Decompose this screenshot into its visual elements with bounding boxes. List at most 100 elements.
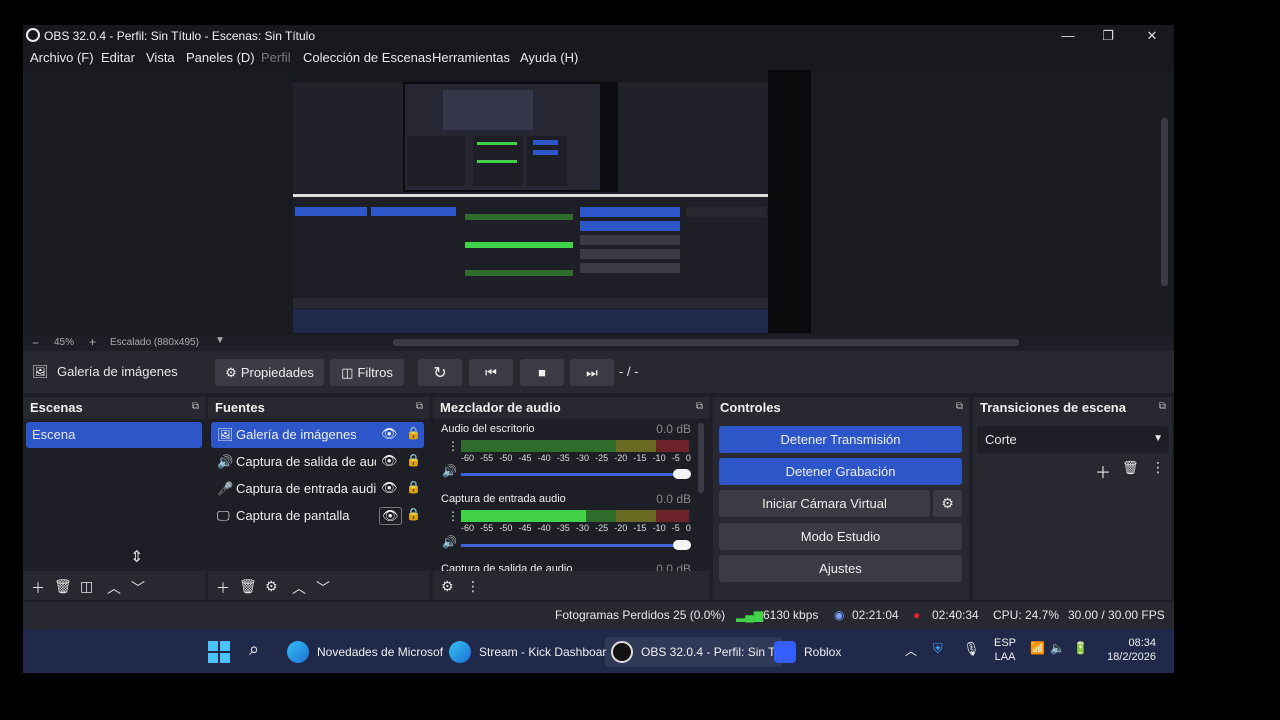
menu-scene-collection[interactable]: Colección de Escenas — [303, 50, 432, 65]
scrollbar-thumb[interactable] — [1161, 118, 1168, 286]
trash-icon[interactable]: 🗑 — [1122, 460, 1139, 476]
clock[interactable]: 08:34 18/2/2026 — [1106, 636, 1156, 664]
studio-mode-button[interactable]: Modo Estudio — [719, 523, 962, 550]
channel-db: 0.0 dB — [656, 422, 691, 436]
float-dock-icon[interactable]: ⧉ — [1159, 401, 1166, 412]
more-options-icon[interactable]: ⋮ — [466, 578, 480, 595]
source-item[interactable]: 🎤 Captura de entrada audio 👁 🔒 — [211, 476, 424, 502]
virtual-camera-settings-button[interactable]: ⚙ — [933, 490, 962, 517]
lock-icon[interactable]: 🔒 — [406, 480, 421, 494]
scale-dropdown-icon[interactable]: ▼ — [215, 335, 225, 346]
restart-button[interactable]: ↻ — [418, 359, 462, 386]
menu-edit[interactable]: Editar — [101, 50, 135, 65]
taskbar-app-roblox[interactable]: Roblox — [774, 637, 841, 667]
filter-icon[interactable]: ◫ — [80, 578, 93, 595]
trash-icon[interactable]: 🗑 — [239, 578, 257, 595]
menu-view[interactable]: Vista — [146, 50, 175, 65]
taskbar-app-kick[interactable]: Stream - Kick Dashboar — [449, 637, 606, 667]
language-indicator[interactable]: ESP LAA — [994, 636, 1016, 664]
preview-canvas[interactable] — [293, 70, 811, 333]
stop-streaming-button[interactable]: Detener Transmisión — [719, 426, 962, 453]
search-icon[interactable]: ⌕ — [249, 639, 259, 660]
lock-icon[interactable]: 🔒 — [406, 507, 421, 521]
chevron-up-icon[interactable]: ︿ — [905, 642, 917, 659]
float-dock-icon[interactable]: ⧉ — [956, 401, 963, 412]
controls-dock: Controles ⧉ Detener Transmisión Detener G… — [713, 397, 969, 600]
zoom-out-button[interactable]: − — [32, 336, 39, 350]
previous-button[interactable]: ⏮ — [469, 359, 513, 386]
move-down-icon[interactable]: ﹀ — [131, 578, 145, 598]
source-label: Captura de pantalla — [236, 508, 350, 523]
properties-button[interactable]: ⚙ Propiedades — [215, 359, 324, 386]
obs-logo-icon — [26, 28, 40, 42]
move-down-icon[interactable]: ﹀ — [316, 578, 330, 598]
next-button[interactable]: ⏭ — [570, 359, 614, 386]
volume-slider[interactable] — [461, 469, 691, 479]
volume-slider-knob[interactable] — [673, 469, 691, 479]
bitrate: 6130 kbps — [763, 608, 819, 622]
preview-area[interactable] — [23, 70, 1174, 335]
maximize-button[interactable]: ❐ — [1086, 25, 1130, 46]
volume-slider-knob[interactable] — [673, 540, 691, 550]
transitions-title: Transiciones de escena — [980, 400, 1126, 415]
volume-slider[interactable] — [461, 540, 691, 550]
float-dock-icon[interactable]: ⧉ — [696, 401, 703, 412]
menu-file[interactable]: Archivo (F) — [30, 50, 94, 65]
float-dock-icon[interactable]: ⧉ — [416, 401, 423, 412]
stop-recording-button[interactable]: Detener Grabación — [719, 458, 962, 485]
menu-tools[interactable]: Herramientas — [432, 50, 510, 65]
add-source-icon[interactable]: ＋ — [216, 578, 230, 598]
gear-icon[interactable]: ⚙ — [265, 578, 278, 595]
settings-button[interactable]: Ajustes — [719, 555, 962, 582]
sources-dock: Fuentes ⧉ 🖼 Galería de imágenes 👁 🔒 🔊 Cap… — [208, 397, 429, 600]
move-up-icon[interactable]: ︿ — [292, 578, 306, 598]
sources-header: Fuentes ⧉ — [208, 397, 429, 419]
scene-item[interactable]: Escena — [26, 422, 202, 448]
eye-icon[interactable]: 👁 — [381, 426, 398, 442]
wifi-icon[interactable]: 📶 — [1030, 641, 1045, 655]
speaker-icon[interactable]: 🔈 — [1050, 641, 1065, 655]
menu-help[interactable]: Ayuda (H) — [520, 50, 578, 65]
filters-button[interactable]: ◫ Filtros — [330, 359, 404, 386]
source-item[interactable]: 🖵 Captura de pantalla 👁 🔒 — [211, 503, 424, 529]
eye-icon[interactable]: 👁 — [381, 480, 398, 496]
gear-icon[interactable]: ⚙ — [441, 578, 454, 595]
volume-icon[interactable]: 🔊 — [442, 535, 457, 549]
shield-icon[interactable]: ⛨ — [933, 641, 943, 657]
sources-title: Fuentes — [215, 400, 265, 415]
stop-button[interactable]: ■ — [520, 359, 564, 386]
trash-icon[interactable]: 🗑 — [54, 578, 72, 595]
mixer-scrollbar[interactable] — [698, 423, 704, 493]
channel-menu-icon[interactable]: ⋮ — [447, 509, 459, 523]
taskbar-app-edge-news[interactable]: Novedades de Microsof — [287, 637, 443, 667]
eye-icon[interactable]: 👁 — [379, 507, 402, 525]
source-item[interactable]: 🖼 Galería de imágenes 👁 🔒 — [211, 422, 424, 448]
minimize-button[interactable]: — — [1046, 25, 1090, 46]
windows-start-icon[interactable] — [208, 641, 230, 663]
add-scene-icon[interactable]: ＋ — [31, 578, 45, 598]
close-button[interactable]: ✕ — [1130, 25, 1174, 46]
preview-vertical-scrollbar[interactable] — [1157, 70, 1174, 335]
channel-menu-icon[interactable]: ⋮ — [447, 439, 459, 453]
more-options-icon[interactable]: ⋮ — [1151, 459, 1165, 476]
menu-docks[interactable]: Paneles (D) — [186, 50, 255, 65]
float-dock-icon[interactable]: ⧉ — [192, 401, 199, 412]
add-transition-icon[interactable]: ＋ — [1095, 459, 1111, 483]
zoom-in-button[interactable]: + — [89, 335, 96, 349]
battery-icon[interactable]: 🔋 — [1073, 641, 1088, 655]
taskbar-app-label: Roblox — [804, 645, 842, 659]
lock-icon[interactable]: 🔒 — [406, 426, 421, 440]
volume-meter — [461, 510, 689, 522]
volume-icon[interactable]: 🔊 — [442, 464, 457, 478]
preview-horizontal-scrollbar[interactable] — [393, 339, 1019, 346]
lock-icon[interactable]: 🔒 — [406, 453, 421, 467]
mic-icon[interactable]: 🎙 — [963, 641, 980, 657]
source-item[interactable]: 🔊 Captura de salida de audio 👁 🔒 — [211, 449, 424, 475]
move-up-icon[interactable]: ︿ — [107, 578, 121, 598]
transition-select[interactable]: Corte ▼ — [977, 426, 1169, 453]
eye-icon[interactable]: 👁 — [381, 453, 398, 469]
gear-icon: ⚙ — [225, 364, 237, 380]
menu-profile[interactable]: Perfil — [261, 50, 291, 65]
taskbar-app-obs[interactable]: OBS 32.0.4 - Perfil: Sin T — [605, 637, 782, 667]
start-virtual-camera-button[interactable]: Iniciar Cámara Virtual — [719, 490, 930, 517]
